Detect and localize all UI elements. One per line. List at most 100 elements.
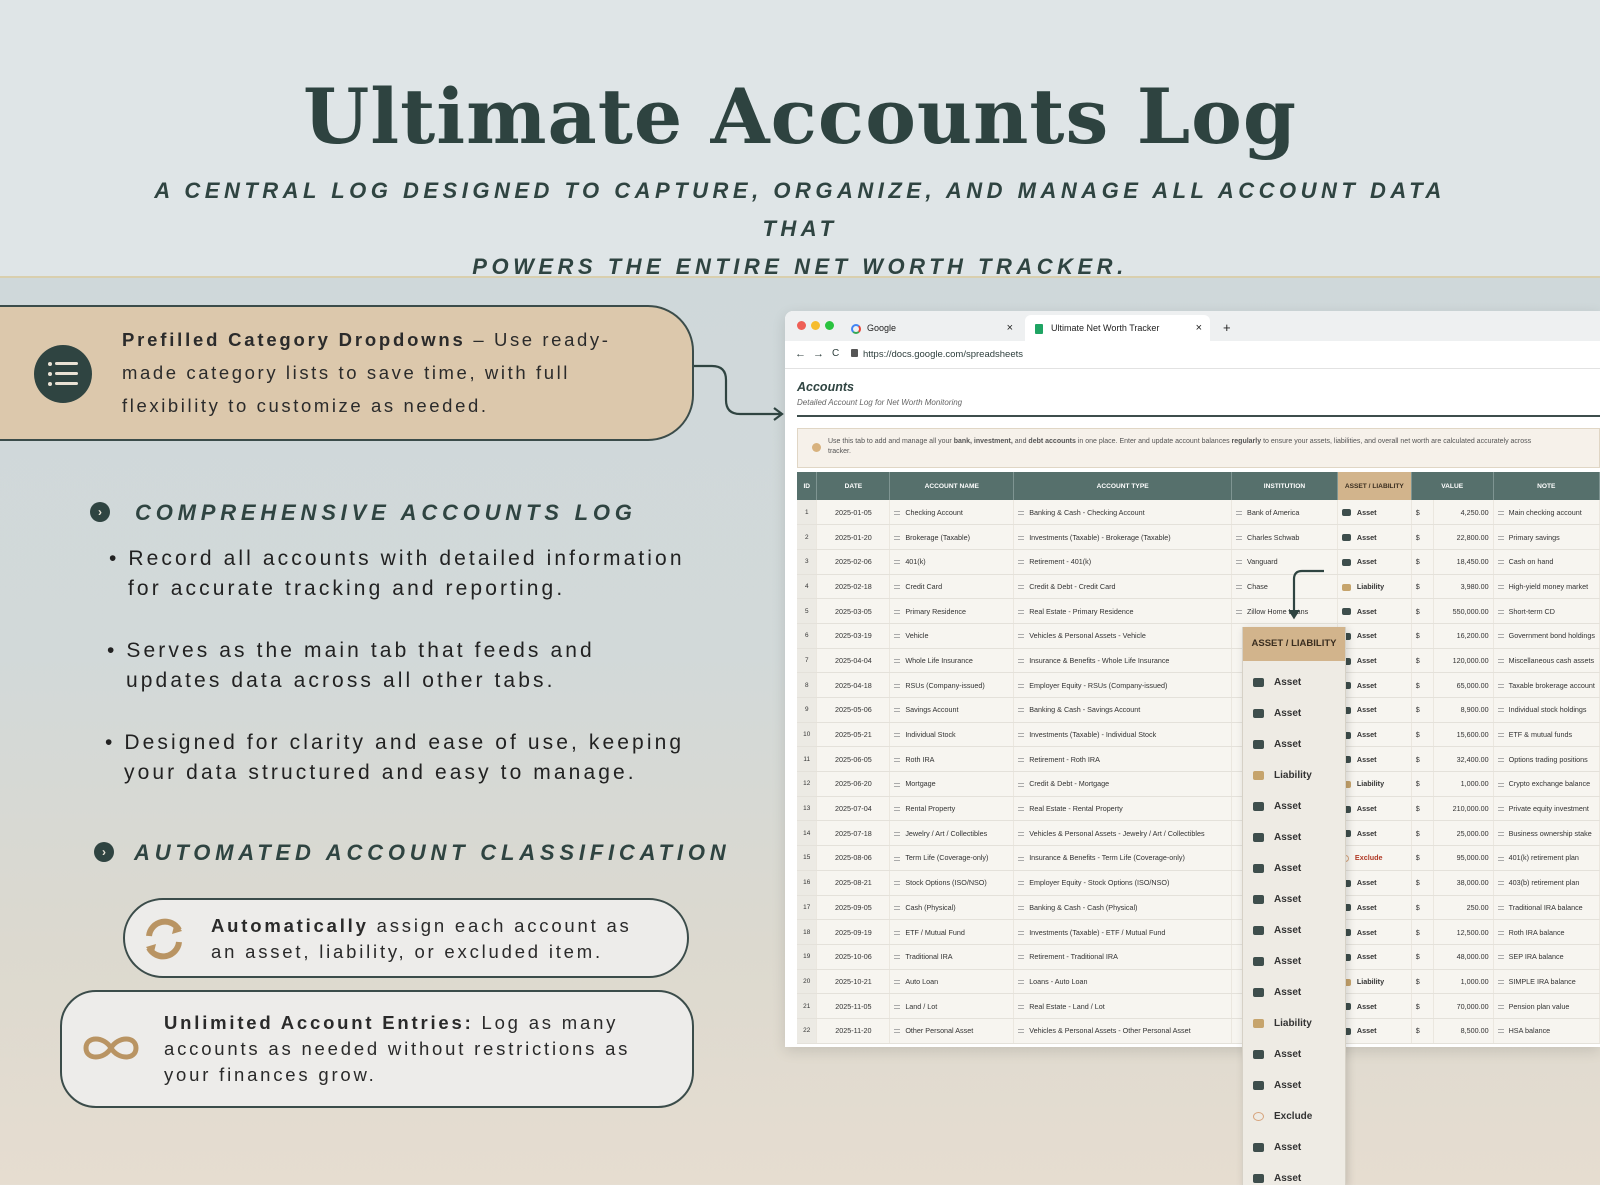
cell-asset-liability[interactable]: Asset: [1337, 672, 1412, 698]
table-row[interactable]: 19 2025-10-06 Traditional IRA Retirement - …: [797, 944, 1600, 970]
cell-asset-liability[interactable]: Exclude: [1337, 845, 1412, 871]
cell-date[interactable]: 2025-08-21: [816, 870, 891, 896]
cell-asset-liability[interactable]: Asset: [1337, 919, 1412, 945]
cell-value[interactable]: 70,000.00: [1433, 993, 1494, 1019]
url-field[interactable]: https://docs.google.com/spreadsheets: [863, 349, 1023, 360]
cell-date[interactable]: 2025-08-06: [816, 845, 891, 871]
cell-value[interactable]: 210,000.00: [1433, 796, 1494, 822]
cell-note[interactable]: Options trading positions: [1493, 746, 1600, 773]
cell-date[interactable]: 2025-07-04: [816, 796, 891, 822]
close-icon[interactable]: ×: [1196, 315, 1202, 341]
cell-account-type[interactable]: Banking & Cash - Cash (Physical): [1013, 895, 1233, 921]
dropdown-option[interactable]: Asset: [1253, 1043, 1343, 1067]
cell-account-type[interactable]: Real Estate - Primary Residence: [1013, 598, 1233, 624]
cell-date[interactable]: 2025-01-05: [816, 500, 891, 526]
dropdown-option[interactable]: Exclude: [1253, 1105, 1343, 1129]
dropdown-option[interactable]: Liability: [1253, 764, 1343, 788]
cell-value[interactable]: 18,450.00: [1433, 549, 1494, 575]
cell-asset-liability[interactable]: Liability: [1337, 574, 1412, 600]
cell-note[interactable]: HSA balance: [1493, 1018, 1600, 1044]
table-row[interactable]: 5 2025-03-05 Primary Residence Real Estate …: [797, 598, 1600, 624]
table-row[interactable]: 10 2025-05-21 Individual Stock Investments …: [797, 722, 1600, 748]
dropdown-option[interactable]: Asset: [1253, 888, 1343, 912]
cell-value[interactable]: 15,600.00: [1433, 722, 1494, 748]
col-header[interactable]: DATE: [816, 472, 891, 500]
cell-date[interactable]: 2025-07-18: [816, 820, 891, 847]
dropdown-option[interactable]: Asset: [1253, 671, 1343, 695]
table-row[interactable]: 3 2025-02-06 401(k) Retirement - 401(k) Vang…: [797, 549, 1600, 575]
cell-account-type[interactable]: Banking & Cash - Checking Account: [1013, 500, 1233, 526]
table-row[interactable]: 15 2025-08-06 Term Life (Coverage-only) Ins…: [797, 845, 1600, 871]
cell-value[interactable]: 25,000.00: [1433, 820, 1494, 847]
cell-value[interactable]: 250.00: [1433, 895, 1494, 921]
cell-asset-liability[interactable]: Asset: [1337, 648, 1412, 674]
cell-date[interactable]: 2025-04-18: [816, 672, 891, 698]
table-row[interactable]: 18 2025-09-19 ETF / Mutual Fund Investments…: [797, 919, 1600, 945]
cell-account-name[interactable]: Credit Card: [889, 574, 1015, 600]
cell-value[interactable]: 38,000.00: [1433, 870, 1494, 896]
cell-account-name[interactable]: Cash (Physical): [889, 895, 1015, 921]
table-row[interactable]: 13 2025-07-04 Rental Property Real Estate -…: [797, 796, 1600, 822]
minimize-window-dot[interactable]: [811, 321, 820, 330]
cell-asset-liability[interactable]: Asset: [1337, 746, 1412, 773]
col-header[interactable]: VALUE: [1411, 472, 1494, 500]
cell-asset-liability[interactable]: Asset: [1337, 820, 1412, 847]
cell-institution[interactable]: Bank of America: [1231, 500, 1338, 526]
dropdown-option[interactable]: Asset: [1253, 702, 1343, 726]
cell-note[interactable]: ETF & mutual funds: [1493, 722, 1600, 748]
cell-account-type[interactable]: Investments (Taxable) - Individual Stock: [1013, 722, 1233, 748]
dropdown-option[interactable]: Liability: [1253, 1012, 1343, 1036]
cell-account-name[interactable]: Stock Options (ISO/NSO): [889, 870, 1015, 896]
cell-asset-liability[interactable]: Asset: [1337, 500, 1412, 526]
cell-asset-liability[interactable]: Liability: [1337, 969, 1412, 995]
dropdown-option[interactable]: Asset: [1253, 826, 1343, 850]
table-row[interactable]: 12 2025-06-20 Mortgage Credit & Debt - Mort…: [797, 771, 1600, 797]
cell-date[interactable]: 2025-10-06: [816, 944, 891, 970]
cell-value[interactable]: 3,980.00: [1433, 574, 1494, 600]
cell-asset-liability[interactable]: Asset: [1337, 1018, 1412, 1044]
table-row[interactable]: 17 2025-09-05 Cash (Physical) Banking & Cas…: [797, 895, 1600, 921]
cell-note[interactable]: Individual stock holdings: [1493, 697, 1600, 723]
cell-asset-liability[interactable]: Asset: [1337, 722, 1412, 748]
cell-date[interactable]: 2025-06-05: [816, 746, 891, 773]
cell-date[interactable]: 2025-02-06: [816, 549, 891, 575]
table-row[interactable]: 1 2025-01-05 Checking Account Banking & Cas…: [797, 500, 1600, 526]
cell-date[interactable]: 2025-01-20: [816, 524, 891, 550]
cell-value[interactable]: 16,200.00: [1433, 623, 1494, 649]
cell-account-name[interactable]: Auto Loan: [889, 969, 1015, 995]
cell-account-name[interactable]: Individual Stock: [889, 722, 1015, 748]
cell-account-name[interactable]: Rental Property: [889, 796, 1015, 822]
cell-asset-liability[interactable]: Asset: [1337, 895, 1412, 921]
cell-account-type[interactable]: Retirement - Traditional IRA: [1013, 944, 1233, 970]
cell-value[interactable]: 12,500.00: [1433, 919, 1494, 945]
cell-note[interactable]: High-yield money market: [1493, 574, 1600, 600]
table-row[interactable]: 16 2025-08-21 Stock Options (ISO/NSO) Emplo…: [797, 870, 1600, 896]
cell-note[interactable]: Miscellaneous cash assets: [1493, 648, 1600, 674]
cell-date[interactable]: 2025-05-21: [816, 722, 891, 748]
cell-note[interactable]: Government bond holdings: [1493, 623, 1600, 649]
cell-note[interactable]: Crypto exchange balance: [1493, 771, 1600, 797]
close-icon[interactable]: ×: [1007, 315, 1013, 341]
cell-account-type[interactable]: Real Estate - Rental Property: [1013, 796, 1233, 822]
cell-asset-liability[interactable]: Asset: [1337, 796, 1412, 822]
cell-account-name[interactable]: Jewelry / Art / Collectibles: [889, 820, 1015, 847]
table-row[interactable]: 14 2025-07-18 Jewelry / Art / Collectibles…: [797, 820, 1600, 847]
cell-note[interactable]: Short-term CD: [1493, 598, 1600, 624]
maximize-window-dot[interactable]: [825, 321, 834, 330]
cell-account-type[interactable]: Vehicles & Personal Assets - Vehicle: [1013, 623, 1233, 649]
cell-value[interactable]: 4,250.00: [1433, 500, 1494, 526]
cell-value[interactable]: 550,000.00: [1433, 598, 1494, 624]
cell-account-name[interactable]: RSUs (Company-issued): [889, 672, 1015, 698]
cell-account-type[interactable]: Retirement - Roth IRA: [1013, 746, 1233, 773]
cell-value[interactable]: 65,000.00: [1433, 672, 1494, 698]
cell-value[interactable]: 120,000.00: [1433, 648, 1494, 674]
dropdown-option[interactable]: Asset: [1253, 1167, 1343, 1185]
close-window-dot[interactable]: [797, 321, 806, 330]
cell-note[interactable]: Taxable brokerage account: [1493, 672, 1600, 698]
cell-date[interactable]: 2025-05-06: [816, 697, 891, 723]
table-row[interactable]: 20 2025-10-21 Auto Loan Loans - Auto Loan Li…: [797, 969, 1600, 995]
cell-value[interactable]: 48,000.00: [1433, 944, 1494, 970]
cell-institution[interactable]: Charles Schwab: [1231, 524, 1338, 550]
col-header[interactable]: ACCOUNT TYPE: [1013, 472, 1233, 500]
cell-note[interactable]: Traditional IRA balance: [1493, 895, 1600, 921]
